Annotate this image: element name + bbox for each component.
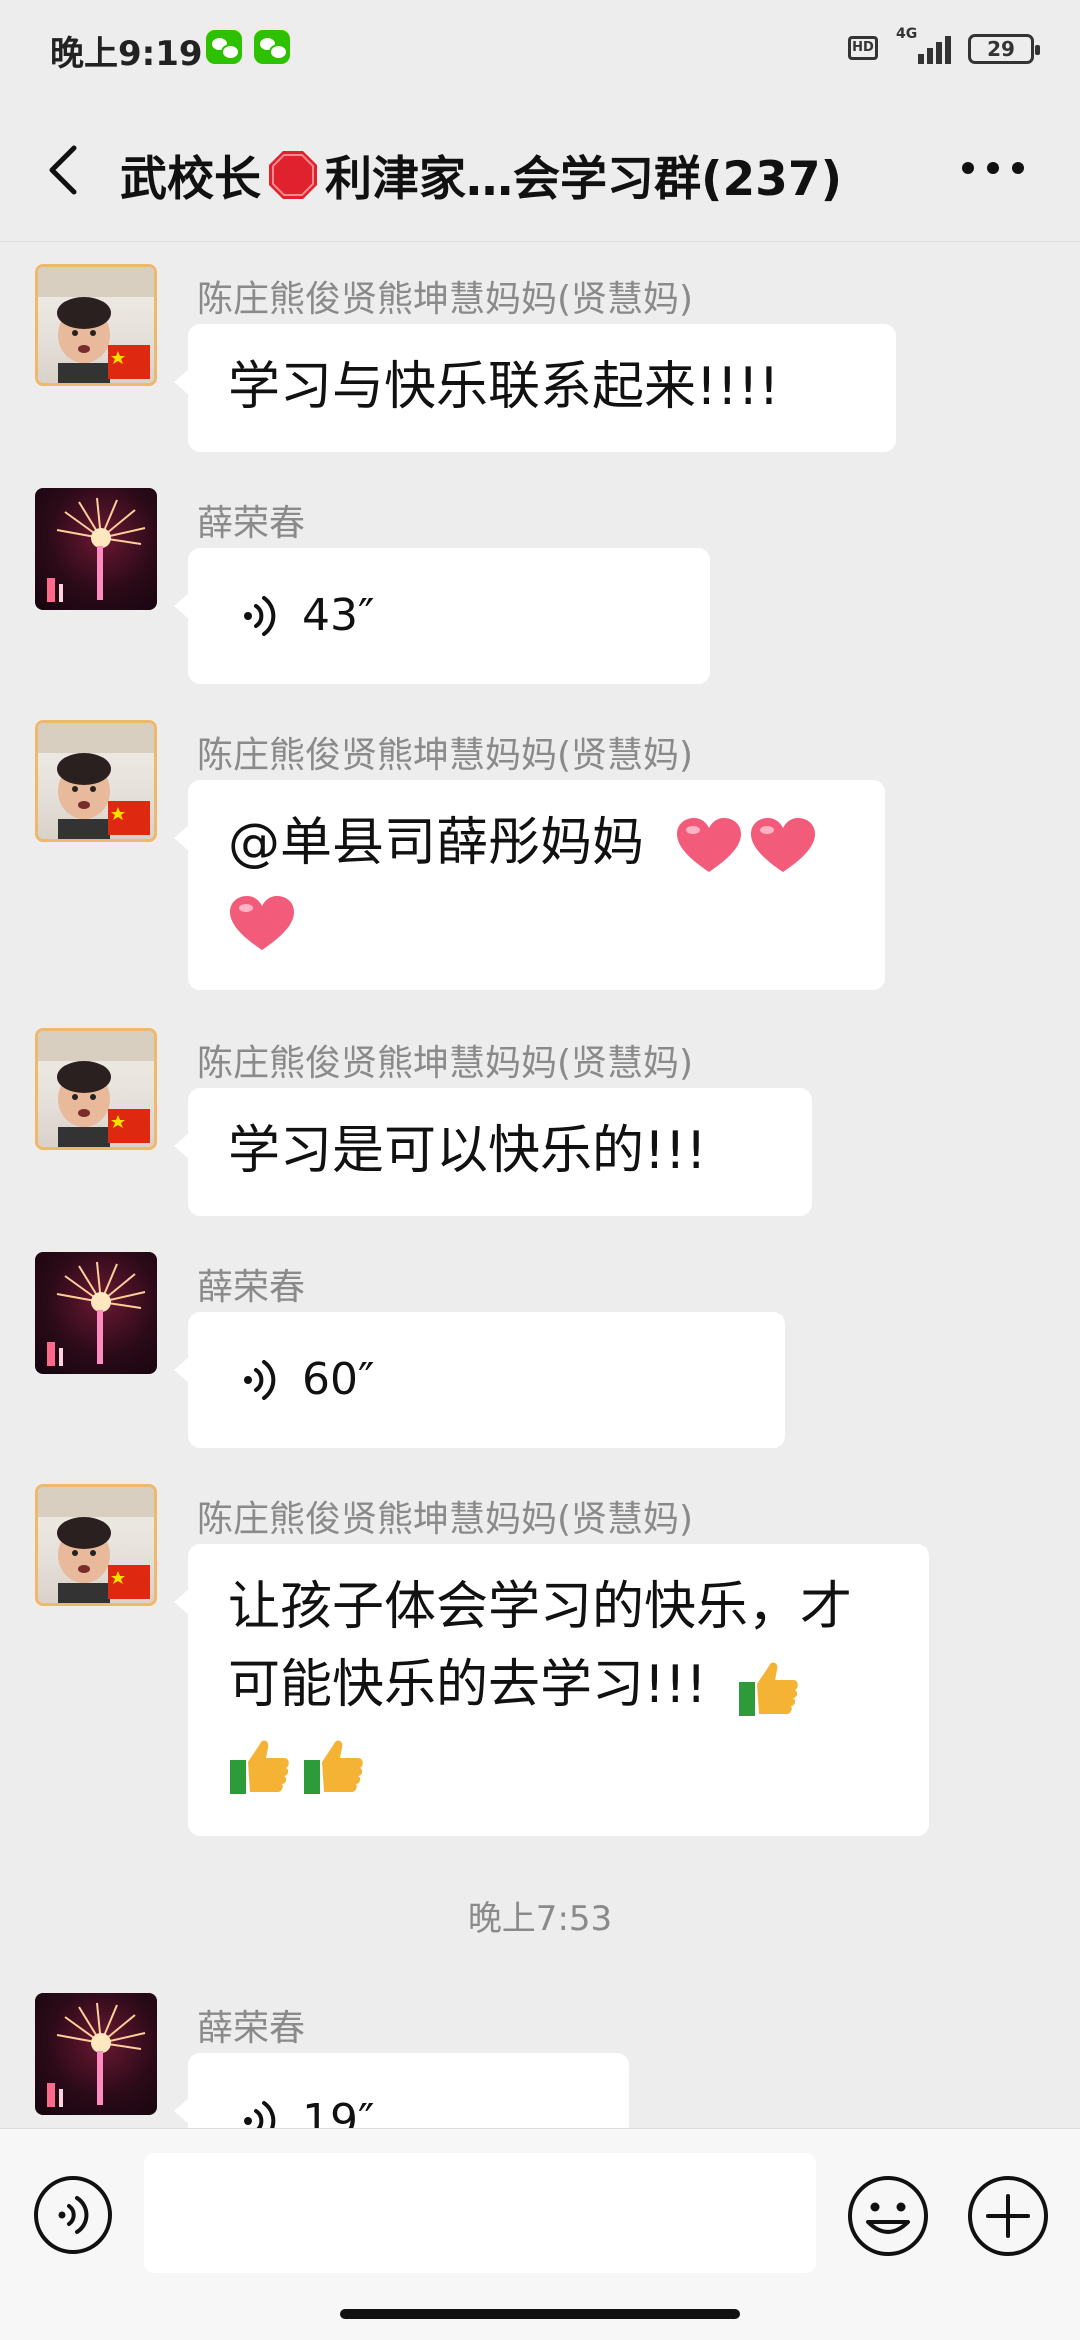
home-indicator[interactable] xyxy=(340,2309,740,2319)
battery-level: 29 xyxy=(987,37,1015,61)
battery-icon: 29 xyxy=(968,34,1040,64)
message-input[interactable] xyxy=(144,2153,816,2273)
kid-avatar-image xyxy=(38,267,154,383)
heart-icon xyxy=(230,896,294,950)
message-bubble[interactable]: 学习与快乐联系起来!!!! xyxy=(174,324,896,452)
wechat-notification-icon xyxy=(206,30,242,64)
input-bar xyxy=(0,2128,1080,2340)
status-bar: 晚上9:19 HD 4G 29 xyxy=(0,0,1080,96)
avatar[interactable] xyxy=(35,1252,157,1374)
smiley-icon[interactable] xyxy=(846,2174,930,2258)
chat-title-suffix: 利津家…会学习群(237) xyxy=(325,152,843,207)
message-text: 学习与快乐联系起来!!!! xyxy=(228,357,780,417)
thumbs-up-icon xyxy=(230,1740,289,1794)
message-text: 学习是可以快乐的!!! xyxy=(228,1121,707,1181)
signal-icon xyxy=(912,32,956,64)
chat-title-prefix: 武校长 xyxy=(120,152,261,207)
heart-icon xyxy=(676,818,741,872)
message-text: @单县司薛彤妈妈 xyxy=(228,813,645,873)
chevron-left-icon[interactable] xyxy=(44,144,84,196)
chat-header: 武校长 利津家…会学习群(237) xyxy=(0,96,1080,242)
voice-duration: 43″ xyxy=(302,590,375,641)
voice-message-bubble[interactable]: 19″ xyxy=(174,2053,629,2128)
avatar[interactable] xyxy=(35,1484,157,1606)
voice-duration: 60″ xyxy=(302,1354,375,1405)
hd-icon: HD xyxy=(848,36,878,60)
message-bubble[interactable]: 让孩子体会学习的快乐，才 可能快乐的去学习!!! xyxy=(174,1544,929,1836)
avatar[interactable] xyxy=(35,1993,157,2115)
avatar[interactable] xyxy=(35,264,157,386)
sender-name: 陈庄熊俊贤熊坤慧妈妈(贤慧妈) xyxy=(197,735,694,776)
kid-avatar-image xyxy=(38,723,154,839)
heart-icon xyxy=(750,818,815,872)
message-list[interactable]: 陈庄熊俊贤熊坤慧妈妈(贤慧妈) 学习与快乐联系起来!!!! 薛荣春 43″ 陈庄… xyxy=(0,242,1080,2128)
plus-icon[interactable] xyxy=(966,2174,1050,2258)
kid-avatar-image xyxy=(38,1031,154,1147)
voice-message-bubble[interactable]: 43″ xyxy=(174,548,710,684)
voice-playback-icon xyxy=(244,1360,276,1400)
wechat-notification-icon xyxy=(254,30,290,64)
status-time: 晚上9:19 xyxy=(50,34,203,74)
chat-screen: 晚上9:19 HD 4G 29 武校长 利津家…会学习群(237) 陈庄熊俊贤熊… xyxy=(0,0,1080,2340)
stop-sign-icon xyxy=(269,151,317,199)
message-text: 让孩子体会学习的快乐，才 xyxy=(228,1577,853,1637)
sender-name: 陈庄熊俊贤熊坤慧妈妈(贤慧妈) xyxy=(197,279,694,320)
sender-name: 陈庄熊俊贤熊坤慧妈妈(贤慧妈) xyxy=(197,1043,694,1084)
fireworks-avatar-image xyxy=(47,1261,146,1366)
chat-title[interactable]: 武校长 利津家…会学习群(237) xyxy=(120,140,910,209)
sender-name: 薛荣春 xyxy=(197,2008,306,2049)
time-divider: 晚上7:53 xyxy=(467,1899,613,1939)
kid-avatar-image xyxy=(38,1487,154,1603)
voice-duration: 19″ xyxy=(302,2095,375,2128)
voice-message-bubble[interactable]: 60″ xyxy=(174,1312,785,1448)
voice-playback-icon xyxy=(244,596,276,636)
sender-name: 薛荣春 xyxy=(197,503,306,544)
thumbs-up-icon xyxy=(304,1740,363,1794)
thumbs-up-icon xyxy=(739,1662,798,1716)
voice-input-icon[interactable] xyxy=(32,2174,114,2256)
sender-name: 陈庄熊俊贤熊坤慧妈妈(贤慧妈) xyxy=(197,1499,694,1540)
more-dots-icon[interactable] xyxy=(958,152,1028,184)
fireworks-avatar-image xyxy=(47,497,146,602)
avatar[interactable] xyxy=(35,488,157,610)
voice-playback-icon xyxy=(244,2101,276,2128)
sender-name: 薛荣春 xyxy=(197,1267,306,1308)
message-bubble[interactable]: @单县司薛彤妈妈 xyxy=(174,780,885,990)
fireworks-avatar-image xyxy=(47,2002,146,2107)
message-text: 可能快乐的去学习!!! xyxy=(228,1655,707,1715)
avatar[interactable] xyxy=(35,1028,157,1150)
avatar[interactable] xyxy=(35,720,157,842)
message-bubble[interactable]: 学习是可以快乐的!!! xyxy=(174,1088,812,1216)
